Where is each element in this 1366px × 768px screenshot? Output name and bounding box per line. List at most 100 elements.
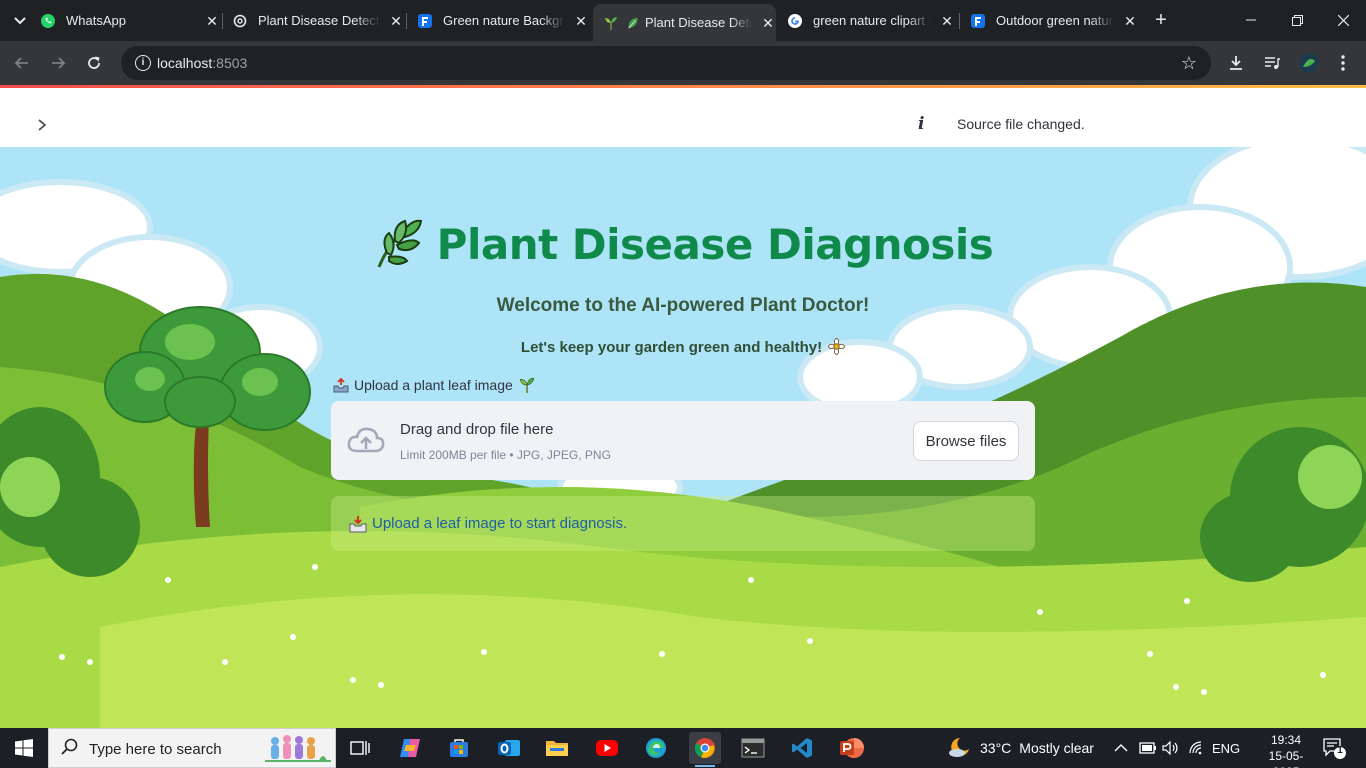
powerpoint-button[interactable] xyxy=(836,732,868,764)
dropzone-limits: Limit 200MB per file • JPG, JPEG, PNG xyxy=(400,448,611,462)
store-icon xyxy=(450,739,468,757)
search-icon xyxy=(61,738,79,761)
tab-green-nature-background[interactable]: Green nature Backgro ✕ xyxy=(417,6,589,35)
minimize-button[interactable] xyxy=(1228,0,1274,40)
page-title: Plant Disease Diagnosis xyxy=(436,219,994,269)
search-placeholder: Type here to search xyxy=(89,741,222,758)
search-highlight-people-icon xyxy=(265,735,331,762)
task-view-button[interactable] xyxy=(344,732,376,764)
url-host: localhost xyxy=(157,55,213,71)
close-icon[interactable]: ✕ xyxy=(939,13,955,29)
profile-avatar[interactable] xyxy=(1297,51,1321,75)
freepik-icon xyxy=(417,13,433,29)
clock-time: 19:34 xyxy=(1270,733,1302,747)
seedling-icon xyxy=(603,15,619,31)
weather-temperature: 33°C xyxy=(980,740,1012,756)
daisy-icon xyxy=(828,338,845,359)
cloud-upload-icon xyxy=(347,427,385,453)
file-explorer-button[interactable] xyxy=(541,732,573,764)
tagline-text: Let's keep your garden green and healthy… xyxy=(520,339,823,356)
task-view-icon xyxy=(350,741,370,755)
tab-separator xyxy=(222,13,223,29)
battery-status[interactable] xyxy=(1139,728,1157,768)
inbox-tray-icon xyxy=(349,516,367,533)
outbox-tray-icon xyxy=(333,377,349,393)
restore-button[interactable] xyxy=(1274,0,1320,40)
info-alert: Upload a leaf image to start diagnosis. xyxy=(331,496,1035,551)
file-dropzone[interactable]: Drag and drop file here Limit 200MB per … xyxy=(331,401,1035,480)
herb-leaf-icon xyxy=(377,219,422,268)
browse-files-button[interactable]: Browse files xyxy=(913,421,1019,461)
chrome-icon xyxy=(694,738,715,758)
tagline: Let's keep your garden green and healthy… xyxy=(0,338,1366,359)
moon-cloud-icon xyxy=(949,738,969,757)
notification-center-button[interactable]: 1 xyxy=(1322,736,1346,760)
downloads-button[interactable] xyxy=(1224,51,1248,75)
windows-logo-icon xyxy=(15,739,33,757)
vscode-button[interactable] xyxy=(786,732,818,764)
arrow-right-icon xyxy=(52,57,66,69)
weather-widget[interactable]: 33°C Mostly clear xyxy=(946,728,1094,768)
copilot-icon xyxy=(400,739,420,757)
tab-title: Plant Disease Detectio xyxy=(258,13,380,28)
terminal-button[interactable] xyxy=(737,732,769,764)
tab-title: green nature clipart b xyxy=(813,13,931,28)
chrome-button[interactable] xyxy=(689,732,721,767)
media-control-button[interactable] xyxy=(1260,51,1284,75)
tab-search-button[interactable] xyxy=(8,9,32,33)
start-button[interactable] xyxy=(0,728,48,768)
freepik-icon xyxy=(970,13,986,29)
page-subtitle: Welcome to the AI-powered Plant Doctor! xyxy=(496,295,870,316)
site-info-icon[interactable]: i xyxy=(135,55,151,71)
system-clock[interactable]: 19:34 15-05-2025 xyxy=(1256,732,1316,768)
tab-plant-disease-detection[interactable]: Plant Disease Detectio ✕ xyxy=(232,6,404,35)
input-language[interactable]: ENG xyxy=(1212,728,1240,768)
wifi-icon xyxy=(1189,741,1202,755)
bookmark-star-icon[interactable]: ☆ xyxy=(1181,53,1197,74)
new-tab-button[interactable]: + xyxy=(1151,10,1171,30)
app-header: i Source file changed. xyxy=(0,88,1366,147)
tray-overflow-button[interactable] xyxy=(1114,728,1128,768)
url-text[interactable]: localhost:8503 xyxy=(157,55,247,71)
tab-whatsapp[interactable]: WhatsApp ✕ xyxy=(40,6,220,35)
tab-google-search[interactable]: green nature clipart b ✕ xyxy=(787,6,955,35)
vscode-icon xyxy=(792,738,812,758)
edge-icon xyxy=(646,738,666,758)
tab-plant-disease-app[interactable]: Plant Disease Dete ✕ xyxy=(593,4,776,41)
battery-icon xyxy=(1139,742,1156,754)
sidebar-expand-button[interactable] xyxy=(32,116,52,136)
avatar-icon xyxy=(1299,53,1319,73)
address-bar[interactable]: i localhost:8503 ☆ xyxy=(121,46,1211,80)
close-icon xyxy=(1337,14,1349,26)
microsoft-store-button[interactable] xyxy=(443,732,475,764)
weather-description: Mostly clear xyxy=(1019,740,1094,756)
close-icon[interactable]: ✕ xyxy=(1122,13,1138,29)
status-message: Source file changed. xyxy=(957,116,1085,132)
folder-icon xyxy=(546,741,568,756)
chrome-menu-button[interactable] xyxy=(1331,51,1355,75)
reload-button[interactable] xyxy=(82,51,106,75)
close-icon[interactable]: ✕ xyxy=(760,15,776,31)
close-icon[interactable]: ✕ xyxy=(204,13,220,29)
volume-status[interactable] xyxy=(1162,728,1180,768)
close-icon[interactable]: ✕ xyxy=(388,13,404,29)
more-vertical-icon xyxy=(1341,55,1345,71)
speaker-icon xyxy=(1162,741,1178,755)
google-icon xyxy=(787,13,803,29)
copilot-button[interactable] xyxy=(394,732,426,764)
leaf-icon xyxy=(625,15,641,31)
edge-button[interactable] xyxy=(640,732,672,764)
youtube-button[interactable] xyxy=(591,732,623,764)
outlook-button[interactable] xyxy=(493,732,525,764)
restore-icon xyxy=(1291,14,1303,26)
reload-icon xyxy=(88,56,100,69)
taskbar-search[interactable]: Type here to search xyxy=(48,728,336,768)
tab-outdoor-green-nature[interactable]: Outdoor green nature ✕ xyxy=(970,6,1138,35)
chevron-down-icon xyxy=(14,17,26,25)
close-window-button[interactable] xyxy=(1320,0,1366,40)
close-icon[interactable]: ✕ xyxy=(573,13,589,29)
network-status[interactable] xyxy=(1188,728,1206,768)
back-button[interactable] xyxy=(10,51,34,75)
forward-button[interactable] xyxy=(46,51,70,75)
powerpoint-icon xyxy=(840,738,864,758)
